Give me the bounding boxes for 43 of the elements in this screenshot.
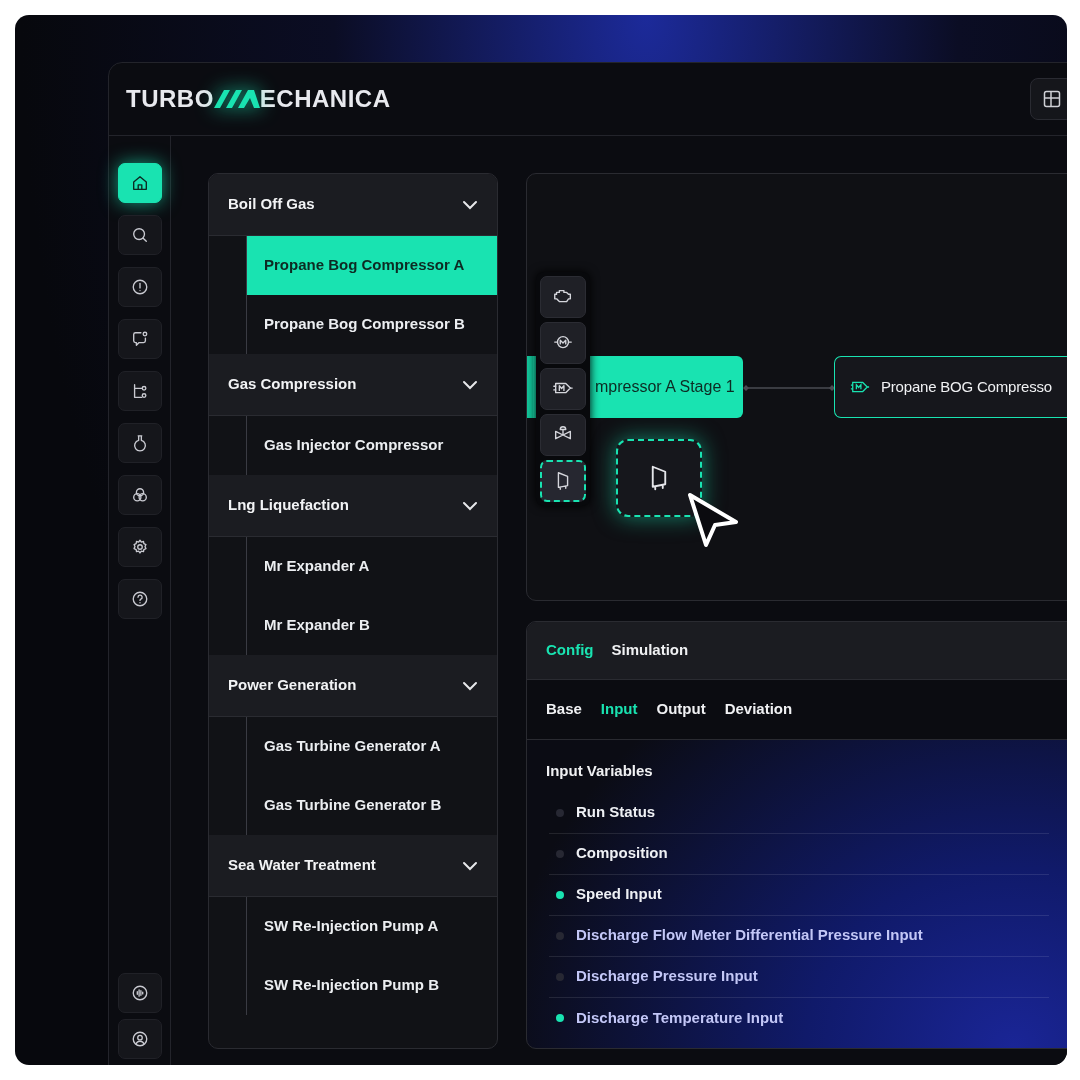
diagram-node[interactable]: Propane BOG Compresso	[834, 356, 1067, 418]
tree-item[interactable]: Mr Expander A	[247, 537, 497, 596]
variable-label: Speed Input	[576, 884, 662, 905]
variable-row[interactable]: Run Status	[549, 792, 1049, 834]
node-label: Propane BOG Compresso	[881, 376, 1052, 397]
group-title: Sea Water Treatment	[228, 855, 376, 876]
variable-row[interactable]: Composition	[549, 833, 1049, 875]
variable-label: Discharge Temperature Input	[576, 1007, 784, 1028]
tab[interactable]: Simulation	[611, 639, 689, 662]
tree-item[interactable]: Propane Bog Compressor B	[247, 295, 497, 354]
tree-item[interactable]: SW Re-Injection Pump A	[247, 897, 497, 956]
logo-text: TURBO	[126, 84, 214, 114]
variable-row[interactable]: Discharge Temperature Input	[549, 997, 1049, 1039]
sub-tab[interactable]: Deviation	[724, 698, 793, 721]
group-title: Power Generation	[228, 675, 357, 696]
tab[interactable]: Config	[546, 639, 594, 662]
logo-text: ECHANICA	[259, 84, 391, 114]
tree-item[interactable]: Propane Bog Compressor A	[247, 236, 497, 295]
group-header[interactable]: Power Generation	[209, 655, 497, 717]
tree-item[interactable]: Gas Turbine Generator A	[247, 717, 497, 776]
variable-label: Composition	[576, 843, 668, 864]
tree-item[interactable]: Gas Injector Compressor	[247, 416, 497, 475]
sub-tab[interactable]: Base	[546, 698, 582, 721]
variable-label: Discharge Pressure Input	[576, 966, 758, 987]
variable-label: Run Status	[576, 802, 656, 823]
tree-item[interactable]: Gas Turbine Generator B	[247, 776, 497, 835]
group-title: Gas Compression	[228, 374, 357, 395]
tree-item[interactable]: SW Re-Injection Pump B	[247, 956, 497, 1015]
node-label: mpressor A Stage 1	[595, 377, 735, 397]
section-title: Input Variables	[546, 761, 654, 781]
group-header[interactable]: Sea Water Treatment	[209, 835, 497, 897]
group-title: Boil Off Gas	[228, 194, 315, 215]
variable-label: Discharge Flow Meter Differential Pressure Input	[576, 925, 923, 946]
tree-item[interactable]: Mr Expander B	[247, 596, 497, 655]
variable-row[interactable]: Discharge Flow Meter Differential Pressure Input	[549, 915, 1049, 957]
variable-row[interactable]: Discharge Pressure Input	[549, 956, 1049, 998]
variable-row[interactable]: Speed Input	[549, 874, 1049, 916]
sub-tab[interactable]: Output	[656, 698, 706, 721]
group-header[interactable]: Lng Liquefaction	[209, 475, 497, 537]
group-header[interactable]: Boil Off Gas	[209, 174, 497, 236]
group-title: Lng Liquefaction	[228, 495, 349, 516]
group-header[interactable]: Gas Compression	[209, 354, 497, 416]
sub-tab[interactable]: Input	[600, 698, 638, 721]
